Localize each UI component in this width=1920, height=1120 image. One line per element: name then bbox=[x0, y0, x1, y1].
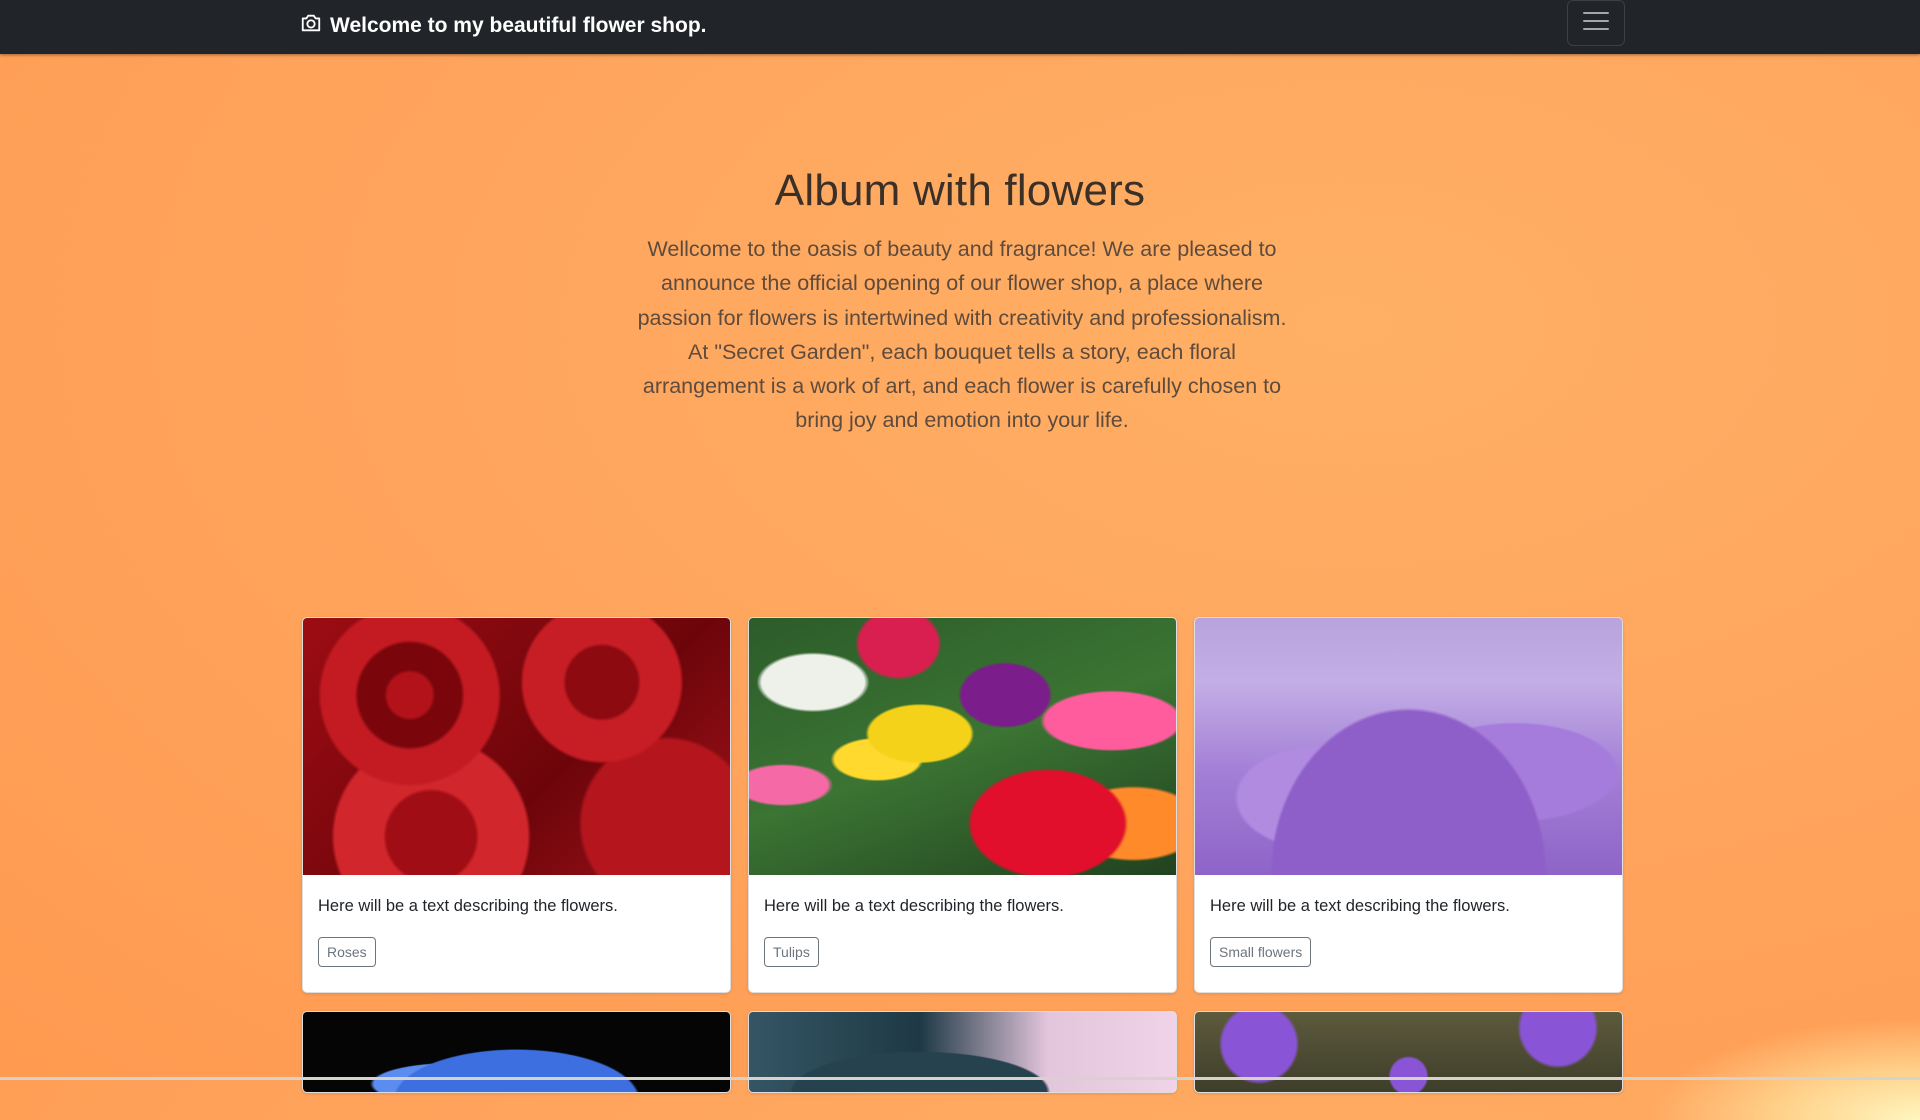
blue-rose-image bbox=[749, 1012, 1176, 1092]
navbar-brand[interactable]: Welcome to my beautiful flower shop. bbox=[300, 11, 707, 41]
card-small-flowers: Here will be a text describing the flowe… bbox=[1194, 617, 1623, 993]
crocus-field-image bbox=[1195, 618, 1622, 875]
card-blue-rose bbox=[748, 1011, 1177, 1093]
card-tulips: Here will be a text describing the flowe… bbox=[748, 617, 1177, 993]
roses-button[interactable]: Roses bbox=[318, 937, 376, 967]
red-roses-image bbox=[303, 618, 730, 875]
camera-icon bbox=[300, 12, 322, 40]
card-roses: Here will be a text describing the flowe… bbox=[302, 617, 731, 993]
tulips-image bbox=[749, 618, 1176, 875]
brand-text: Welcome to my beautiful flower shop. bbox=[330, 14, 707, 37]
navbar-toggler-button[interactable] bbox=[1567, 0, 1625, 46]
navbar: Welcome to my beautiful flower shop. bbox=[0, 0, 1920, 54]
background-glow bbox=[1600, 1000, 1920, 1120]
page-title: Album with flowers bbox=[774, 166, 1146, 215]
tulips-button[interactable]: Tulips bbox=[764, 937, 819, 967]
purple-asters-image bbox=[1195, 1012, 1622, 1092]
small-flowers-button[interactable]: Small flowers bbox=[1210, 937, 1312, 967]
card-asters bbox=[1194, 1011, 1623, 1093]
hero-description: Wellcome to the oasis of beauty and frag… bbox=[637, 237, 1287, 433]
hamburger-menu-icon bbox=[1581, 9, 1611, 38]
card-text: Here will be a text describing the flowe… bbox=[318, 897, 618, 915]
card-hydrangea bbox=[302, 1011, 731, 1093]
card-text: Here will be a text describing the flowe… bbox=[764, 897, 1064, 915]
blue-hydrangea-image bbox=[303, 1012, 730, 1092]
card-text: Here will be a text describing the flowe… bbox=[1210, 897, 1510, 915]
